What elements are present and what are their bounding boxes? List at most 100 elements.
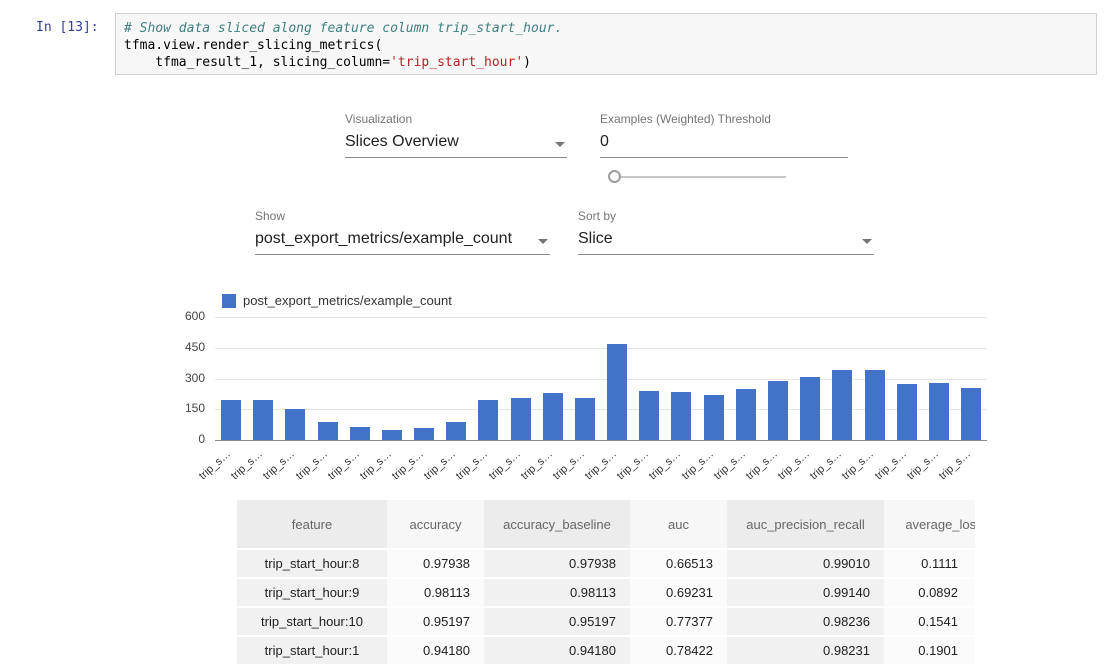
threshold-field[interactable]: Examples (Weighted) Threshold 0: [600, 112, 848, 158]
bar: [832, 370, 852, 440]
threshold-slider[interactable]: [608, 169, 786, 184]
bar-slot: [537, 317, 569, 440]
legend-label: post_export_metrics/example_count: [243, 293, 452, 308]
bar: [800, 377, 820, 440]
metric-cell: 0.99010: [727, 550, 884, 579]
sort-by-selected-value: Slice: [578, 230, 613, 247]
bar: [865, 370, 885, 440]
metric-cell: 0.98231: [727, 637, 884, 666]
code-string-literal: 'trip_start_hour': [390, 55, 523, 70]
metric-cell: 0.1541: [884, 608, 975, 637]
bar-slot: [408, 317, 440, 440]
sort-by-select[interactable]: Slice: [578, 227, 874, 255]
column-header-feature: feature: [237, 500, 387, 550]
metric-cell: 0.78422: [630, 637, 727, 666]
threshold-value: 0: [600, 133, 609, 150]
bar: [318, 422, 338, 440]
show-select[interactable]: post_export_metrics/example_count: [255, 227, 550, 255]
chevron-down-icon: [538, 239, 548, 244]
metric-cell: 0.95197: [387, 608, 484, 637]
metric-cell: 0.97938: [484, 550, 630, 579]
bar: [768, 381, 788, 440]
show-label: Show: [255, 209, 550, 227]
bar: [221, 400, 241, 440]
bar-slot: [344, 317, 376, 440]
sort-by-label: Sort by: [578, 209, 874, 227]
table-row[interactable]: trip_start_hour:80.979380.979380.665130.…: [237, 550, 975, 579]
bar: [543, 393, 563, 440]
bar-slot: [891, 317, 923, 440]
chart-legend: post_export_metrics/example_count: [222, 293, 452, 308]
column-header-auc_precision_recall: auc_precision_recall: [727, 500, 884, 550]
y-axis: 0150300450600: [158, 317, 205, 440]
y-tick-label: 600: [158, 309, 205, 323]
bar-group: [215, 317, 987, 440]
table-body: trip_start_hour:80.979380.979380.665130.…: [237, 550, 975, 666]
bar: [929, 383, 949, 440]
bar-slot: [858, 317, 890, 440]
metric-cell: 0.77377: [630, 608, 727, 637]
metric-cell: 0.1901: [884, 637, 975, 666]
column-header-average_loss: average_loss: [884, 500, 975, 550]
slider-thumb[interactable]: [608, 170, 621, 183]
table-row[interactable]: trip_start_hour:100.951970.951970.773770…: [237, 608, 975, 637]
bar: [961, 388, 981, 440]
column-header-accuracy: accuracy: [387, 500, 484, 550]
legend-color-swatch: [222, 294, 236, 308]
bar-slot: [247, 317, 279, 440]
bar: [607, 344, 627, 440]
metric-cell: 0.66513: [630, 550, 727, 579]
metric-cell: 0.1111: [884, 550, 975, 579]
metrics-table: featureaccuracyaccuracy_baselineaucauc_p…: [237, 500, 975, 668]
metric-cell: 0.95197: [484, 608, 630, 637]
table-row[interactable]: trip_start_hour:10.941800.941800.784220.…: [237, 637, 975, 666]
bar-slot: [762, 317, 794, 440]
metric-cell: 0.94180: [387, 637, 484, 666]
bar-slot: [955, 317, 987, 440]
bar: [704, 395, 724, 441]
table-row[interactable]: trip_start_hour:90.981130.981130.692310.…: [237, 579, 975, 608]
y-tick-label: 300: [158, 371, 205, 385]
metric-cell: 0.0892: [884, 579, 975, 608]
bar: [350, 427, 370, 440]
metrics-table-grid: featureaccuracyaccuracy_baselineaucauc_p…: [237, 500, 975, 666]
bar-slot: [601, 317, 633, 440]
bar: [575, 398, 595, 440]
bar-slot: [472, 317, 504, 440]
feature-cell: trip_start_hour:1: [237, 637, 387, 666]
visualization-label: Visualization: [345, 112, 567, 130]
bar: [511, 398, 531, 440]
visualization-select[interactable]: Slices Overview: [345, 130, 567, 158]
slider-track[interactable]: [621, 176, 786, 178]
bar-slot: [633, 317, 665, 440]
y-tick-label: 150: [158, 401, 205, 415]
bar: [414, 428, 434, 440]
threshold-label: Examples (Weighted) Threshold: [600, 112, 848, 130]
feature-cell: trip_start_hour:8: [237, 550, 387, 579]
bar-slot: [569, 317, 601, 440]
bar: [253, 400, 273, 440]
bar-slot: [923, 317, 955, 440]
cell-prompt: In [13]:: [36, 20, 99, 35]
bar: [478, 400, 498, 440]
y-tick-label: 450: [158, 340, 205, 354]
bar-slot: [215, 317, 247, 440]
bar: [671, 392, 691, 440]
metric-cell: 0.98113: [387, 579, 484, 608]
metric-cell: 0.99140: [727, 579, 884, 608]
sort-by-dropdown[interactable]: Sort by Slice: [578, 209, 874, 255]
show-dropdown[interactable]: Show post_export_metrics/example_count: [255, 209, 550, 255]
bar: [382, 430, 402, 440]
feature-cell: trip_start_hour:10: [237, 608, 387, 637]
gridline: [215, 440, 987, 441]
code-editor[interactable]: # Show data sliced along feature column …: [115, 13, 1097, 75]
threshold-input[interactable]: 0: [600, 130, 848, 158]
metric-cell: 0.98236: [727, 608, 884, 637]
metric-cell: 0.98113: [484, 579, 630, 608]
table-header-row: featureaccuracyaccuracy_baselineaucauc_p…: [237, 500, 975, 550]
show-selected-value: post_export_metrics/example_count: [255, 230, 512, 247]
bar-slot: [794, 317, 826, 440]
column-header-accuracy_baseline: accuracy_baseline: [484, 500, 630, 550]
bar: [736, 389, 756, 440]
visualization-dropdown[interactable]: Visualization Slices Overview: [345, 112, 567, 158]
